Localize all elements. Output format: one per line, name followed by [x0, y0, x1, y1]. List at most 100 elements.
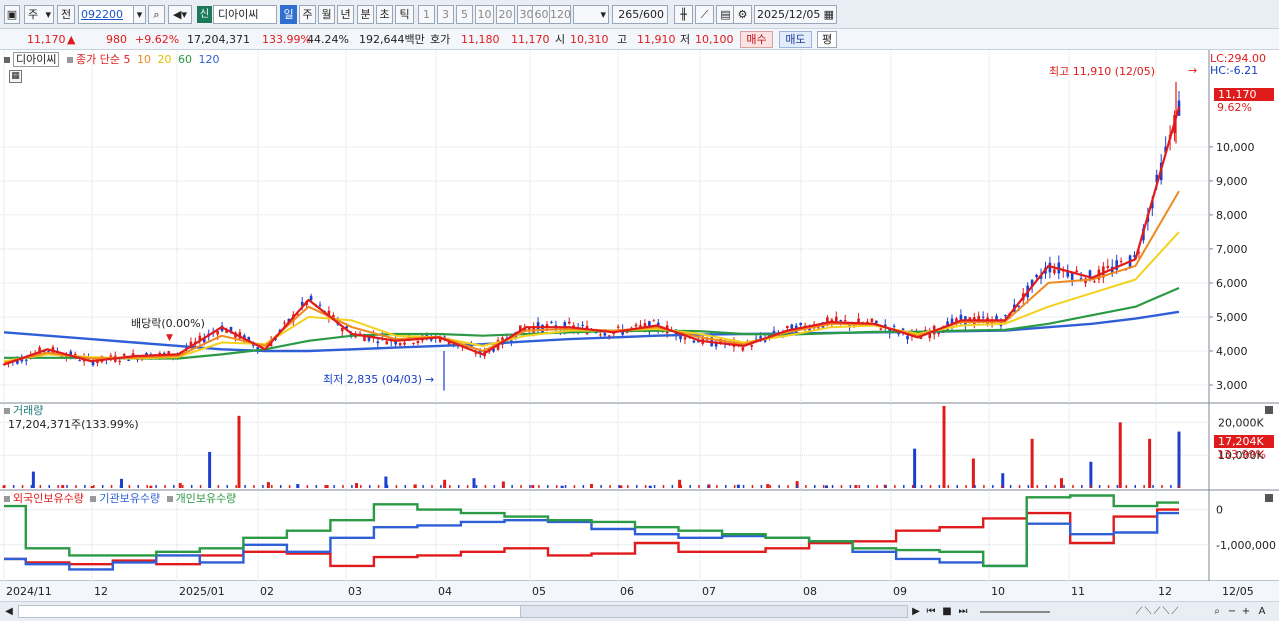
- bar-count-field[interactable]: 265/600: [612, 5, 668, 24]
- volume-baseline-bar: [707, 485, 709, 488]
- zoom-search-icon[interactable]: ⌕: [1210, 604, 1224, 619]
- ma-prefix[interactable]: 종가 단순: [76, 53, 120, 66]
- eval-button[interactable]: 평: [817, 31, 837, 48]
- volume-baseline-bar: [484, 485, 487, 488]
- volume-bar: [1177, 431, 1181, 488]
- institution-label[interactable]: 기관보유수량: [99, 492, 160, 505]
- candle-body: [692, 340, 696, 343]
- last-volume-tag: 17,204K: [1214, 435, 1274, 448]
- volume-baseline-bar: [413, 485, 415, 488]
- holdings-line-0: [4, 508, 1179, 568]
- volume-baseline-bar: [493, 485, 496, 488]
- minute-1[interactable]: 1: [418, 5, 435, 24]
- foreign-label[interactable]: 외국인보유수량: [13, 492, 84, 505]
- period-select[interactable]: 주 ▾: [24, 5, 54, 24]
- volume-baseline-bar: [1081, 485, 1083, 488]
- custom-period-select[interactable]: ▾: [573, 5, 609, 24]
- chart-area: 2024/11 12 2025/01 02 03 04 05 06 07 08 09 10 11 12 12…: [0, 50, 1279, 601]
- volume-baseline-bar: [716, 485, 718, 488]
- stock-code-input[interactable]: 092200: [78, 5, 136, 24]
- draw-tools-icon[interactable]: ⟋⟍⟋⟍⟋: [1108, 604, 1208, 619]
- window-menu-icon[interactable]: ▣: [4, 5, 20, 24]
- zoom-in-icon[interactable]: +: [1240, 604, 1252, 619]
- settings-icon[interactable]: ⚙: [733, 5, 752, 24]
- volume-baseline-bar: [217, 485, 220, 488]
- candle-body: [799, 322, 802, 326]
- volume-bar: [942, 406, 946, 488]
- minute-3[interactable]: 3: [437, 5, 454, 24]
- table-view-icon[interactable]: ▦: [9, 70, 22, 83]
- first-icon[interactable]: ⏮: [924, 604, 938, 619]
- candle-body: [78, 360, 81, 362]
- tab-week[interactable]: 주: [299, 5, 316, 24]
- search-icon[interactable]: ⌕: [148, 5, 165, 24]
- code-dropdown-icon[interactable]: ▾: [133, 5, 146, 24]
- panel-close-icon[interactable]: [1265, 494, 1273, 502]
- volume-legend: 거래량: [4, 404, 43, 418]
- volume-baseline-bar: [564, 485, 567, 488]
- candle-body: [892, 325, 896, 327]
- minute-20[interactable]: 20: [496, 5, 515, 24]
- ask-label: 호가: [430, 33, 451, 46]
- x-tick-label: 02: [260, 585, 274, 598]
- change-up-icon: ▲: [67, 33, 76, 46]
- candle-body: [981, 316, 985, 318]
- volume-baseline-bar: [858, 485, 861, 488]
- minute-10[interactable]: 10: [475, 5, 494, 24]
- volume-baseline-bar: [48, 485, 51, 488]
- candle-body: [1004, 314, 1007, 317]
- minute-5[interactable]: 5: [456, 5, 473, 24]
- minute-120[interactable]: 120: [549, 5, 571, 24]
- font-icon[interactable]: A: [1256, 604, 1268, 619]
- candle-body: [216, 331, 219, 335]
- open-price: 10,310: [570, 33, 609, 46]
- volume-baseline-bar: [101, 485, 104, 488]
- candle-icon[interactable]: ╫: [674, 5, 693, 24]
- volume-bar: [913, 448, 917, 488]
- tab-tick[interactable]: 틱: [395, 5, 414, 24]
- stock-label[interactable]: 디아이씨: [13, 52, 60, 67]
- volume-baseline-bar: [457, 485, 460, 488]
- tab-second[interactable]: 초: [376, 5, 393, 24]
- stop-icon[interactable]: ■: [940, 604, 954, 619]
- tab-day[interactable]: 일: [280, 5, 297, 24]
- holdings-tick-label: -1,000,000: [1216, 539, 1276, 552]
- candle-body: [603, 333, 607, 336]
- scroll-thumb[interactable]: [520, 605, 908, 618]
- volume-bar: [1030, 438, 1034, 488]
- left-arrow-icon[interactable]: ◀: [3, 604, 15, 619]
- candle-body: [906, 335, 909, 340]
- volume-baseline-bar: [110, 485, 113, 488]
- individual-label[interactable]: 개인보유수량: [176, 492, 237, 505]
- zoom-slider[interactable]: [980, 611, 1050, 613]
- tab-year[interactable]: 년: [337, 5, 354, 24]
- tab-month[interactable]: 월: [318, 5, 335, 24]
- current-price: 11,170: [27, 33, 66, 46]
- zoom-out-icon[interactable]: −: [1226, 604, 1238, 619]
- volume-baseline-bar: [146, 485, 148, 488]
- buy-button[interactable]: 매수: [740, 31, 773, 48]
- volume-title[interactable]: 거래량: [13, 404, 43, 417]
- tab-minute[interactable]: 분: [357, 5, 374, 24]
- price-panel: [2, 81, 1181, 391]
- last-icon[interactable]: ⏭: [956, 604, 970, 619]
- stock-name-field[interactable]: 디아이씨: [213, 5, 277, 24]
- volume-baseline-bar: [377, 485, 380, 488]
- volume-bar: [825, 485, 828, 488]
- volume-baseline-bar: [840, 485, 843, 488]
- high-annotation: 최고 11,910 (12/05): [1049, 65, 1156, 78]
- panel-close-icon[interactable]: [1265, 406, 1273, 414]
- candle-body: [870, 318, 874, 323]
- candle-body: [875, 320, 878, 324]
- sell-button[interactable]: 매도: [779, 31, 812, 48]
- volume-baseline-bar: [662, 485, 665, 488]
- line-chart-icon[interactable]: ⟋: [695, 5, 714, 24]
- sound-icon[interactable]: ◀▾: [168, 5, 192, 24]
- volume-baseline-bar: [30, 485, 33, 488]
- date-field[interactable]: 2025/12/05 ▦: [754, 5, 837, 24]
- volume-bar: [648, 485, 652, 488]
- prev-button[interactable]: 전: [57, 5, 75, 24]
- volume-bar: [1148, 438, 1152, 488]
- high-label: 고: [617, 33, 628, 46]
- right-arrow-icon[interactable]: ▶: [910, 604, 922, 619]
